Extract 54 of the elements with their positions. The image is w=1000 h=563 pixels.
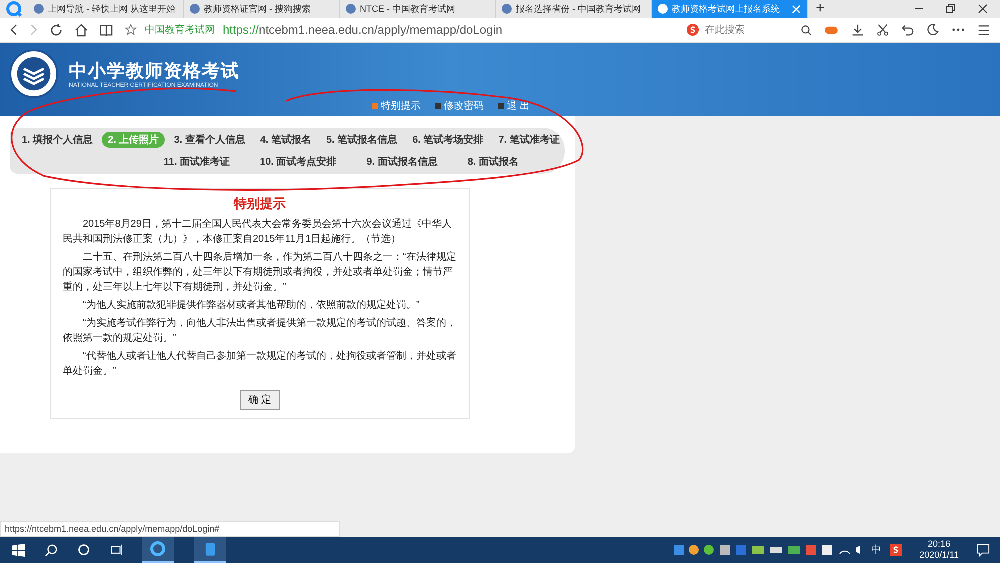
notice-paragraph: “为实施考试作弊行为，向他人非法出售或者提供第一款规定的考试的试题、答案的，依照第一款的规定处罚。” [63, 316, 457, 346]
input-method-icon[interactable] [890, 544, 902, 556]
clock-date[interactable]: 2020/1/11 [920, 550, 959, 561]
moon-icon[interactable] [927, 24, 939, 36]
step-item[interactable]: 11. 面试准考证 [158, 154, 236, 170]
more-icon[interactable] [952, 28, 965, 32]
phone-taskbar-icon[interactable] [194, 537, 226, 563]
home-icon[interactable] [75, 24, 88, 36]
notice-paragraph: 二十五、在刑法第二百八十四条后增加一条，作为第二百八十四条之一：“在法律规定的国家考试中，组织作弊的，处三年以下有期徒刑或者拘役，并处或者单处罚金；情节严重的，处三年以上七年以下有期徒刑，并处罚金。” [63, 250, 457, 295]
step-item[interactable]: 7. 笔试准考证 [492, 132, 566, 148]
header-link[interactable]: 修改密码 [435, 99, 484, 113]
notification-icon[interactable] [977, 544, 990, 556]
step-item[interactable]: 9. 面试报名信息 [360, 154, 444, 170]
step-item[interactable]: 8. 面试报名 [462, 154, 525, 170]
notice-paragraph: “为他人实施前款犯罪提供作弊器材或者其他帮助的，依照前款的规定处罚。” [82, 298, 421, 313]
browser-taskbar-icon[interactable] [142, 537, 174, 563]
browser-logo-icon[interactable] [6, 1, 22, 17]
notice-paragraph: “代替他人或者让他人代替自己参加第一款规定的考试的，处拘役或者管制，并处或者单处罚金。” [63, 350, 457, 379]
new-tab-button[interactable]: + [808, 0, 833, 18]
menu-icon[interactable] [978, 24, 990, 36]
clock-time[interactable]: 20:16 [928, 539, 951, 550]
cortana-icon[interactable] [78, 544, 90, 556]
task-view-icon[interactable] [110, 544, 122, 556]
step-item[interactable]: 5. 笔试报名信息 [320, 132, 404, 148]
step-item[interactable]: 1. 填报个人信息 [16, 132, 100, 148]
input-method-indicator[interactable]: 中 [872, 543, 882, 557]
confirm-button[interactable]: 确 定 [240, 390, 280, 410]
download-icon[interactable] [852, 24, 864, 36]
notice-title: 特别提示 [234, 195, 286, 213]
undo-icon[interactable] [902, 24, 914, 36]
step-item[interactable]: 4. 笔试报名 [254, 132, 318, 148]
site-name: 中国教育考试网 [145, 24, 215, 37]
close-icon[interactable] [978, 4, 988, 14]
header-link[interactable]: 特别提示 [372, 99, 422, 113]
notice-paragraph: 2015年8月29日，第十二届全国人民代表大会常务委员会第十六次会议通过《中华人民共和国刑法修正案（九）》，本修正案自2015年11月1日起施行。（节选） [63, 218, 453, 247]
scissors-icon[interactable] [877, 24, 889, 36]
site-title: 中小学教师资格考试 [69, 60, 240, 82]
search-icon[interactable] [45, 544, 58, 556]
back-icon[interactable] [10, 24, 18, 36]
restore-icon[interactable] [946, 4, 956, 14]
star-icon[interactable] [125, 24, 137, 36]
header-link[interactable]: 退 出 [498, 99, 530, 113]
emblem-icon [9, 49, 59, 99]
reload-icon[interactable] [50, 24, 63, 36]
book-icon[interactable] [100, 24, 113, 36]
step-item[interactable]: 6. 笔试考场安排 [406, 132, 490, 148]
url-text: https://ntcebm1.neea.edu.cn/apply/memapp/doLogin [223, 23, 503, 37]
address-field[interactable]: 中国教育考试网 https://ntcebm1.neea.edu.cn/apply/memapp/doLogin [125, 20, 675, 40]
search-engine-icon[interactable] [687, 24, 699, 36]
search-icon[interactable] [801, 24, 812, 36]
windows-start-icon[interactable] [12, 544, 25, 556]
status-url: https://ntcebm1.neea.edu.cn/apply/memapp/doLogin# [0, 521, 340, 537]
step-item[interactable]: 3. 查看个人信息 [168, 132, 252, 148]
step-item[interactable]: 10. 面试考点安排 [254, 154, 343, 170]
